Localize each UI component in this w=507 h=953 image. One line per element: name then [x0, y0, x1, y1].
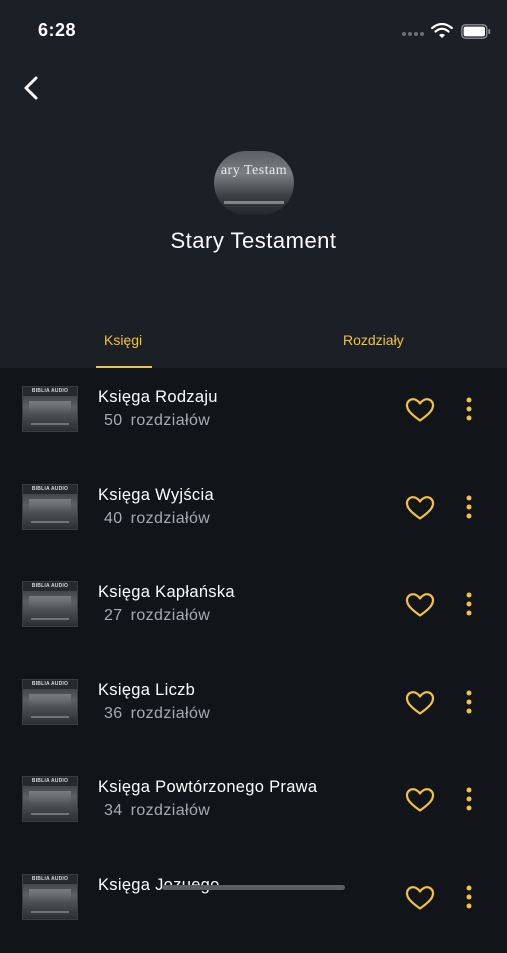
book-thumbnail: BIBLIA AUDIO [22, 581, 78, 627]
thumbnail-label: BIBLIA AUDIO [23, 387, 77, 396]
home-indicator[interactable] [162, 885, 345, 890]
favorite-heart-icon[interactable] [405, 787, 435, 813]
list-item[interactable]: BIBLIA AUDIO Księga Powtórzonego Prawa 3… [0, 758, 507, 856]
chapter-count-unit: rozdziałów [131, 412, 211, 429]
battery-icon [461, 24, 491, 39]
chapter-count-unit: rozdziałów [131, 705, 211, 722]
book-list: BIBLIA AUDIO Księga Rodzaju 50 rozdziałów… [0, 368, 507, 953]
page-title: Stary Testament [0, 228, 507, 254]
chapter-count-number: 36 [104, 705, 123, 722]
book-title: Księga Kapłańska [98, 583, 235, 602]
thumbnail-label: BIBLIA AUDIO [23, 582, 77, 591]
more-options-icon[interactable] [460, 396, 478, 422]
back-button[interactable] [14, 70, 50, 106]
favorite-heart-icon[interactable] [405, 885, 435, 911]
favorite-heart-icon[interactable] [405, 495, 435, 521]
chapter-count-unit: rozdziałów [131, 607, 211, 624]
book-thumbnail: BIBLIA AUDIO [22, 776, 78, 822]
list-item[interactable]: BIBLIA AUDIO Księga Jozuego [0, 856, 507, 953]
more-options-icon[interactable] [460, 689, 478, 715]
thumbnail-label: BIBLIA AUDIO [23, 485, 77, 494]
status-time: 6:28 [38, 20, 76, 41]
thumbnail-label: BIBLIA AUDIO [23, 777, 77, 786]
more-options-icon[interactable] [460, 494, 478, 520]
tab-books[interactable]: Księgi [104, 332, 142, 348]
chapter-count-number: 34 [104, 802, 123, 819]
cover-decoration [224, 201, 284, 204]
chapter-count: 40 rozdziałów [104, 510, 210, 528]
chapter-count [104, 900, 112, 918]
book-thumbnail: BIBLIA AUDIO [22, 874, 78, 920]
chapter-count: 50 rozdziałów [104, 412, 210, 430]
more-options-icon[interactable] [460, 884, 478, 910]
book-title: Księga Powtórzonego Prawa [98, 778, 317, 797]
list-item[interactable]: BIBLIA AUDIO Księga Wyjścia 40 rozdziałów [0, 466, 507, 564]
wifi-icon [431, 23, 453, 39]
signal-dots-icon [402, 32, 426, 38]
chapter-count-number: 50 [104, 412, 123, 429]
thumbnail-label: BIBLIA AUDIO [23, 875, 77, 884]
thumbnail-label: BIBLIA AUDIO [23, 680, 77, 689]
book-title: Księga Rodzaju [98, 388, 218, 407]
chapter-count-number: 40 [104, 510, 123, 527]
chapter-count: 27 rozdziałów [104, 607, 210, 625]
chapter-count: 36 rozdziałów [104, 705, 210, 723]
book-title: Księga Liczb [98, 681, 195, 700]
book-thumbnail: BIBLIA AUDIO [22, 679, 78, 725]
book-thumbnail: BIBLIA AUDIO [22, 484, 78, 530]
header-panel: 6:28 ary Testam Stary Testament Księgi R… [0, 0, 507, 368]
more-options-icon[interactable] [460, 786, 478, 812]
favorite-heart-icon[interactable] [405, 592, 435, 618]
favorite-heart-icon[interactable] [405, 690, 435, 716]
chapter-count: 34 rozdziałów [104, 802, 210, 820]
status-bar: 6:28 [0, 0, 507, 62]
favorite-heart-icon[interactable] [405, 397, 435, 423]
more-options-icon[interactable] [460, 591, 478, 617]
chapter-count-unit: rozdziałów [131, 510, 211, 527]
tab-chapters[interactable]: Rozdziały [343, 332, 404, 348]
album-cover: ary Testam [214, 151, 294, 215]
list-item[interactable]: BIBLIA AUDIO Księga Kapłańska 27 rozdział… [0, 563, 507, 661]
book-thumbnail: BIBLIA AUDIO [22, 386, 78, 432]
album-cover-text: ary Testam [214, 163, 294, 179]
list-item[interactable]: BIBLIA AUDIO Księga Rodzaju 50 rozdziałów [0, 368, 507, 466]
chapter-count-unit: rozdziałów [131, 802, 211, 819]
book-title: Księga Wyjścia [98, 486, 214, 505]
list-item[interactable]: BIBLIA AUDIO Księga Liczb 36 rozdziałów [0, 661, 507, 759]
chapter-count-number: 27 [104, 607, 123, 624]
